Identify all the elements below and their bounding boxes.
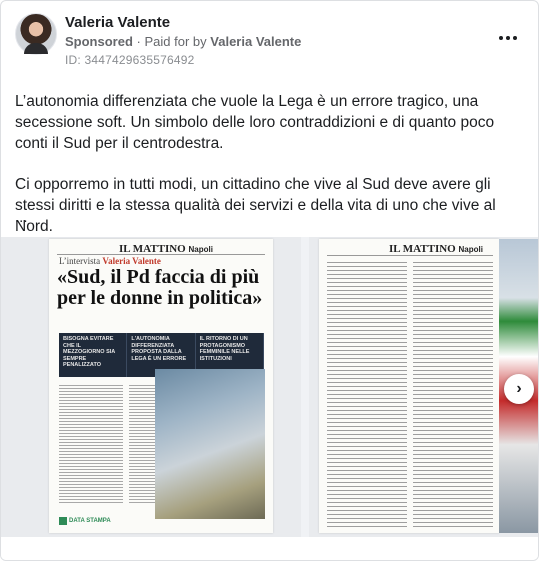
ad-id: ID: 3447429635576492 — [65, 53, 195, 67]
article-columns — [327, 259, 493, 527]
masthead-sub: Napoli — [458, 245, 483, 254]
sponsored-post-card: Valeria Valente Sponsored · Paid for by … — [0, 0, 539, 561]
chevron-right-icon[interactable]: › — [504, 374, 534, 404]
post-header: Valeria Valente Sponsored · Paid for by … — [15, 13, 524, 73]
sponsored-label[interactable]: Sponsored — [65, 34, 133, 49]
masthead-title: IL MATTINO — [389, 243, 456, 255]
article-photo — [155, 369, 265, 519]
logo-mark — [59, 517, 67, 525]
newspaper-clipping-2: IL MATTINO Napoli — [319, 239, 499, 533]
quote-1: Bisogna evitare che il Mezzogiorno sia s… — [59, 333, 128, 377]
image-carousel[interactable]: IL MATTINO Napoli L’intervista Valeria V… — [1, 237, 538, 537]
kicker-prefix: L’intervista — [59, 256, 101, 266]
post-footer — [1, 537, 538, 560]
carousel-slide-1[interactable]: IL MATTINO Napoli L’intervista Valeria V… — [1, 237, 301, 537]
kicker-name: Valeria Valente — [102, 256, 161, 266]
dot — [513, 36, 517, 40]
paid-for-name[interactable]: Valeria Valente — [210, 34, 301, 49]
more-dots-icon[interactable] — [496, 31, 520, 45]
masthead-sub: Napoli — [188, 245, 213, 254]
post-paragraph-2: Ci opporremo in tutti modi, un cittadino… — [15, 176, 496, 235]
avatar-shoulders — [24, 43, 48, 54]
see-more-ellipsis[interactable]: ... — [15, 209, 28, 226]
text-column — [59, 383, 124, 503]
kicker: L’intervista Valeria Valente — [59, 256, 161, 266]
meta-separator: · — [136, 34, 141, 49]
newspaper-headline: «Sud, il Pd faccia di più per le donne i… — [57, 266, 263, 309]
post-text: L’autonomia differenziata che vuole la L… — [15, 91, 525, 257]
text-column — [327, 259, 407, 527]
author-avatar[interactable] — [15, 13, 57, 55]
text-column — [413, 259, 493, 527]
newspaper-masthead: IL MATTINO Napoli — [389, 243, 483, 255]
sponsored-line: Sponsored · Paid for by Valeria Valente — [65, 34, 301, 49]
author-name[interactable]: Valeria Valente — [65, 14, 170, 31]
divider — [57, 254, 265, 255]
data-stampa-logo: DATA STAMPA — [59, 517, 113, 525]
dot — [506, 36, 510, 40]
paid-for-prefix: Paid for by — [144, 34, 207, 49]
divider — [327, 255, 493, 256]
post-paragraph-1: L’autonomia differenziata che vuole la L… — [15, 93, 495, 152]
logo-text: DATA STAMPA — [69, 518, 111, 524]
dot — [499, 36, 503, 40]
newspaper-clipping-1: IL MATTINO Napoli L’intervista Valeria V… — [49, 239, 273, 533]
